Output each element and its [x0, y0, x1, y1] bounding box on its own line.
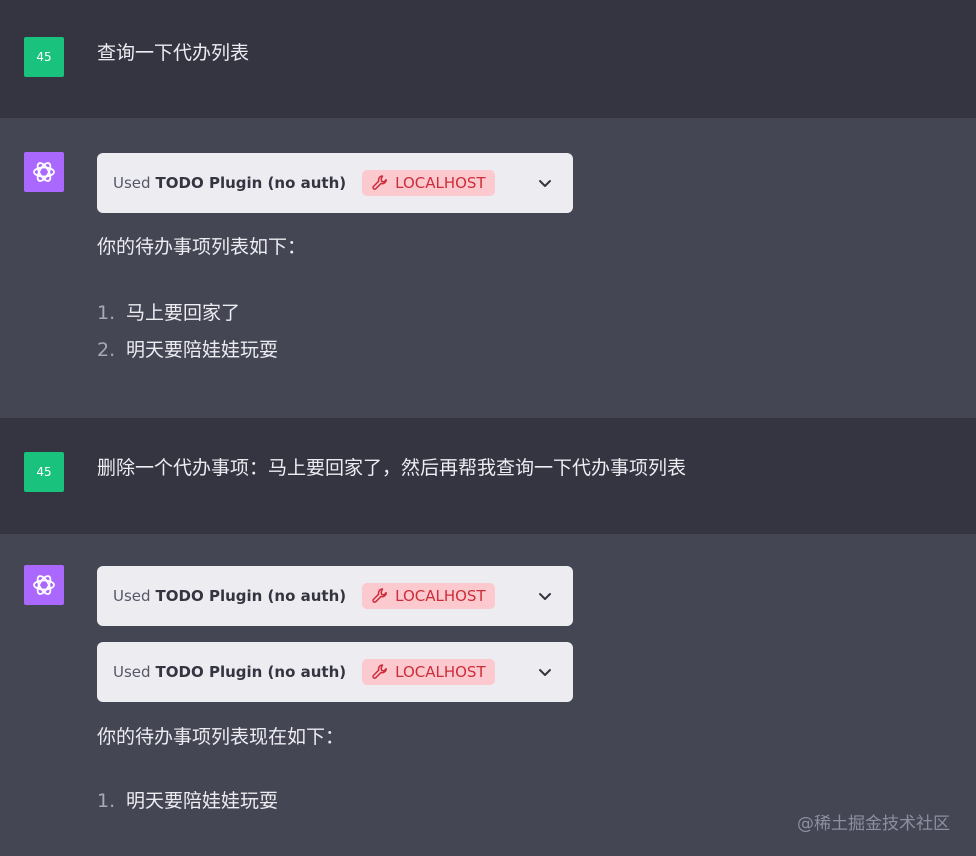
assistant-reply-text: 你的待办事项列表现在如下：: [97, 726, 345, 748]
wrench-icon: [372, 175, 388, 190]
localhost-badge: LOCALHOST: [362, 583, 495, 609]
plugin-name: TODO Plugin (no auth): [155, 663, 347, 681]
list-item-text: 明天要陪娃娃玩耍: [126, 790, 279, 812]
assistant-message-row: Used TODO Plugin (no auth) LOCALHOST Use…: [0, 534, 976, 856]
plugin-name: TODO Plugin (no auth): [155, 174, 347, 192]
user-avatar-icon: 45: [24, 452, 64, 492]
plugin-name: TODO Plugin (no auth): [155, 587, 347, 605]
user-message-text: 查询一下代办列表: [97, 42, 250, 64]
list-number: 1.: [97, 302, 116, 324]
plugin-used-label: Used: [113, 587, 151, 605]
list-item: 1. 马上要回家了: [97, 300, 240, 326]
assistant-reply-text: 你的待办事项列表如下：: [97, 236, 307, 258]
user-avatar-text: 45: [36, 50, 52, 64]
openai-logo-icon: [24, 152, 64, 192]
plugin-used-label: Used: [113, 174, 151, 192]
plugin-usage-dropdown[interactable]: Used TODO Plugin (no auth) LOCALHOST: [97, 642, 573, 702]
list-item-text: 马上要回家了: [126, 302, 241, 324]
watermark: @稀土掘金技术社区: [797, 814, 950, 834]
list-item: 2. 明天要陪娃娃玩耍: [97, 337, 278, 363]
openai-logo-icon: [24, 565, 64, 605]
list-number: 2.: [97, 339, 116, 361]
list-number: 1.: [97, 790, 116, 812]
plugin-used-label: Used: [113, 663, 151, 681]
list-item: 1. 明天要陪娃娃玩耍: [97, 788, 278, 814]
plugin-usage-dropdown[interactable]: Used TODO Plugin (no auth) LOCALHOST: [97, 566, 573, 626]
badge-label: LOCALHOST: [395, 587, 486, 605]
badge-label: LOCALHOST: [395, 174, 486, 192]
plugin-usage-dropdown[interactable]: Used TODO Plugin (no auth) LOCALHOST: [97, 153, 573, 213]
badge-label: LOCALHOST: [395, 663, 486, 681]
user-avatar-text: 45: [36, 465, 52, 479]
chevron-down-icon[interactable]: [537, 588, 553, 604]
user-message-row: 45 删除一个代办事项：马上要回家了，然后再帮我查询一下代办事项列表: [0, 418, 976, 534]
chevron-down-icon[interactable]: [537, 175, 553, 191]
user-avatar-icon: 45: [24, 37, 64, 77]
wrench-icon: [372, 664, 388, 679]
list-item-text: 明天要陪娃娃玩耍: [126, 339, 279, 361]
user-message-text: 删除一个代办事项：马上要回家了，然后再帮我查询一下代办事项列表: [97, 457, 687, 479]
user-message-row: 45 查询一下代办列表: [0, 0, 976, 118]
wrench-icon: [372, 588, 388, 603]
localhost-badge: LOCALHOST: [362, 170, 495, 196]
assistant-message-row: Used TODO Plugin (no auth) LOCALHOST 你的待…: [0, 118, 976, 418]
localhost-badge: LOCALHOST: [362, 659, 495, 685]
chevron-down-icon[interactable]: [537, 664, 553, 680]
